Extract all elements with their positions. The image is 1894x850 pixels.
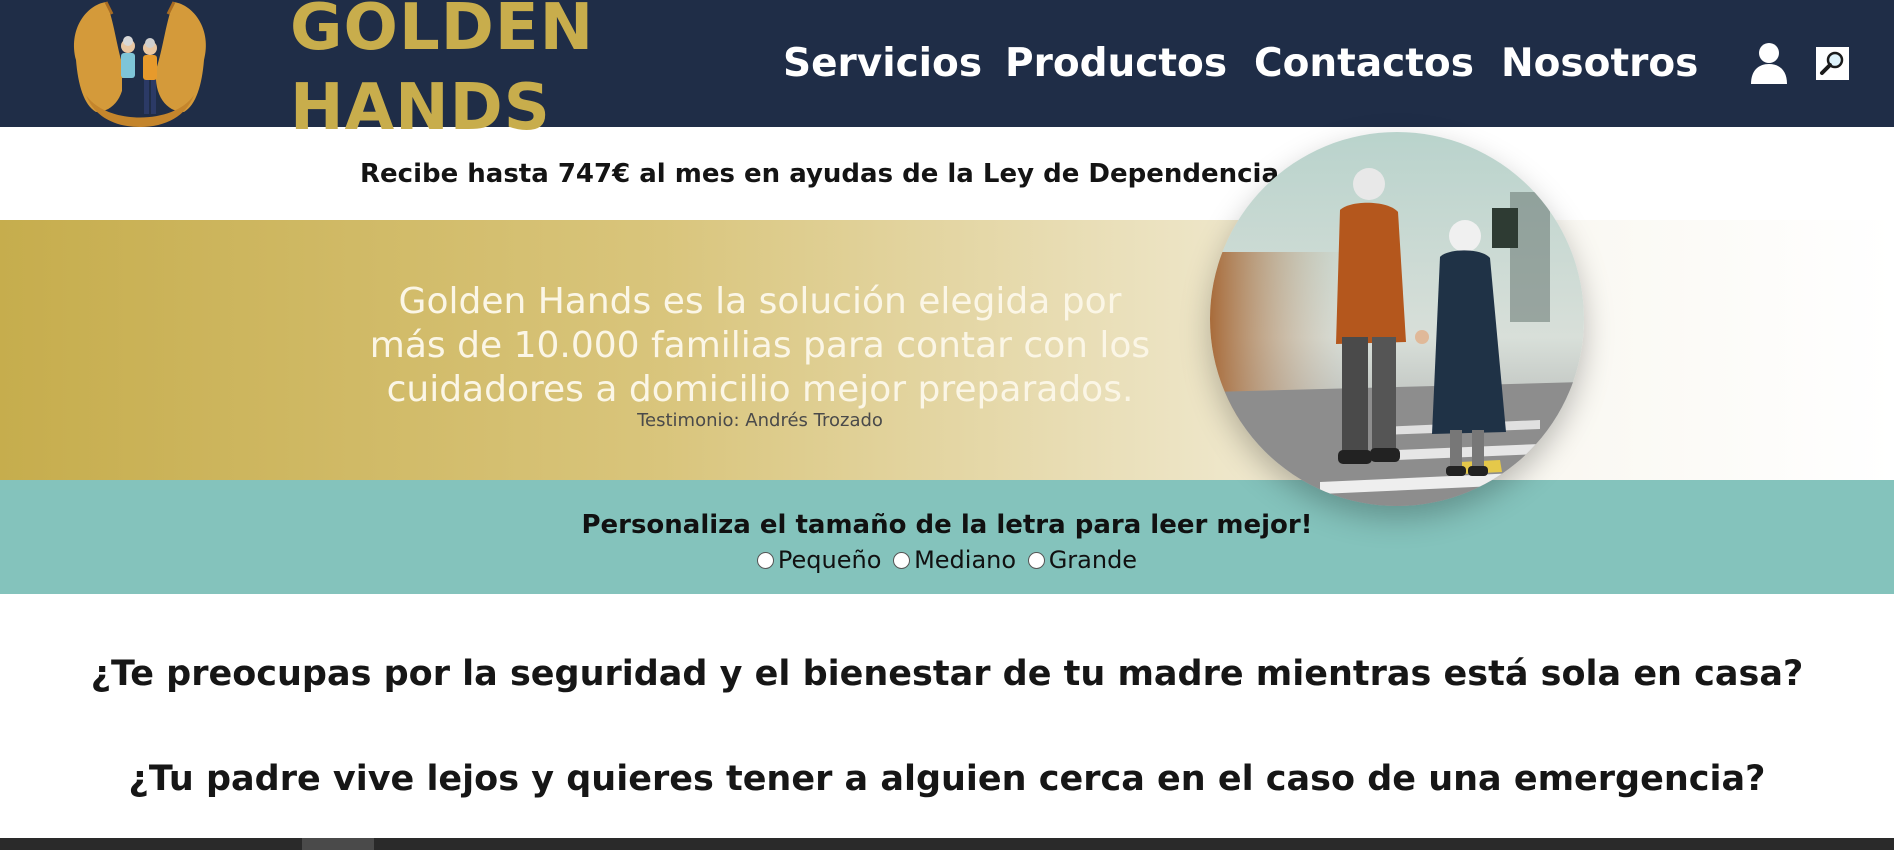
- brand-line-1: GOLDEN: [290, 0, 595, 65]
- radio-label: Mediano: [914, 546, 1017, 574]
- font-size-selector: Personaliza el tamaño de la letra para l…: [0, 480, 1894, 594]
- search-icon[interactable]: [1816, 47, 1849, 80]
- bottom-tab[interactable]: [302, 838, 374, 850]
- page: GOLDEN HANDS Servicios Productos Contact…: [0, 0, 1894, 850]
- nav-contactos[interactable]: Contactos: [1254, 36, 1474, 92]
- testimonial-attribution: Testimonio: Andrés Trozado: [637, 410, 883, 431]
- quote-line: cuidadores a domicilio mejor preparados.: [386, 369, 1134, 410]
- question-2: ¿Tu padre vive lejos y quieres tener a a…: [128, 759, 1766, 799]
- font-size-option-large[interactable]: Grande: [1027, 546, 1138, 574]
- font-size-title: Personaliza el tamaño de la letra para l…: [581, 510, 1313, 540]
- user-icon[interactable]: [1750, 42, 1788, 84]
- promo-text: Recibe hasta 747€ al mes en ayudas de la…: [360, 159, 1289, 189]
- hero-banner: Golden Hands es la solución elegida por …: [0, 220, 1894, 480]
- elderly-couple-photo: [1210, 132, 1584, 506]
- logo-icon[interactable]: [66, 0, 214, 127]
- radio-button[interactable]: [893, 551, 911, 569]
- bottom-bar: [0, 838, 1894, 850]
- quote-line: más de 10.000 familias para contar con l…: [369, 325, 1151, 366]
- font-size-options: Pequeño Mediano Grande: [0, 546, 1894, 575]
- quote-line: Golden Hands es la solución elegida por: [398, 281, 1122, 322]
- nav-nosotros[interactable]: Nosotros: [1501, 36, 1698, 92]
- brand-name[interactable]: GOLDEN HANDS: [290, 0, 594, 148]
- radio-label: Grande: [1048, 546, 1138, 574]
- nav-productos[interactable]: Productos: [1005, 36, 1227, 92]
- radio-button[interactable]: [756, 551, 774, 569]
- site-header: GOLDEN HANDS Servicios Productos Contact…: [0, 0, 1894, 145]
- testimonial-quote: Golden Hands es la solución elegida por …: [360, 280, 1160, 412]
- font-size-option-small[interactable]: Pequeño: [756, 546, 882, 574]
- radio-button[interactable]: [1027, 551, 1045, 569]
- radio-label: Pequeño: [777, 546, 882, 574]
- question-1: ¿Te preocupas por la seguridad y el bien…: [90, 654, 1804, 694]
- font-size-option-medium[interactable]: Mediano: [893, 546, 1016, 574]
- brand-line-2: HANDS: [290, 71, 551, 145]
- nav-servicios[interactable]: Servicios: [783, 36, 982, 92]
